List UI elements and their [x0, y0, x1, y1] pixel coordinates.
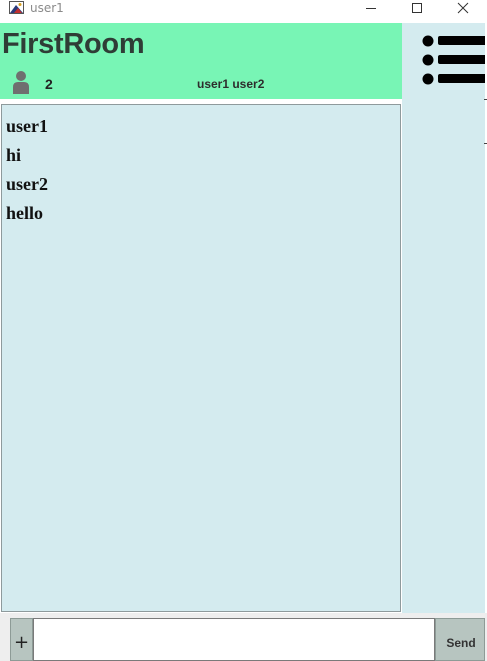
attach-button[interactable]: + [10, 618, 33, 661]
maximize-icon [412, 3, 422, 13]
minimize-button[interactable] [348, 0, 394, 16]
message-input[interactable] [33, 618, 435, 661]
app-logo-icon [9, 1, 24, 14]
message-line: hello [6, 203, 44, 223]
person-icon [11, 70, 31, 95]
message-line: user1 [6, 116, 48, 136]
menu-button[interactable] [418, 30, 487, 90]
send-button[interactable]: Send [435, 618, 485, 661]
message-line: user2 [6, 174, 48, 194]
list-menu-icon [422, 35, 487, 85]
member-count: 2 [45, 76, 53, 92]
window-title-bar: user1 [0, 0, 487, 16]
member-list: user1 user2 [197, 77, 265, 91]
plus-icon: + [13, 632, 30, 653]
room-header: FirstRoom 2 user1 user2 [0, 23, 402, 99]
message-area[interactable]: user1 hi user2 hello [1, 104, 401, 612]
close-button[interactable] [440, 0, 486, 16]
message-line: hi [6, 145, 22, 165]
minimize-icon [366, 8, 376, 9]
side-panel [402, 23, 485, 613]
send-button-label: Send [446, 636, 476, 650]
close-icon [457, 2, 469, 14]
maximize-button[interactable] [394, 0, 440, 16]
window-title: user1 [30, 1, 64, 15]
room-title: FirstRoom [2, 28, 145, 60]
